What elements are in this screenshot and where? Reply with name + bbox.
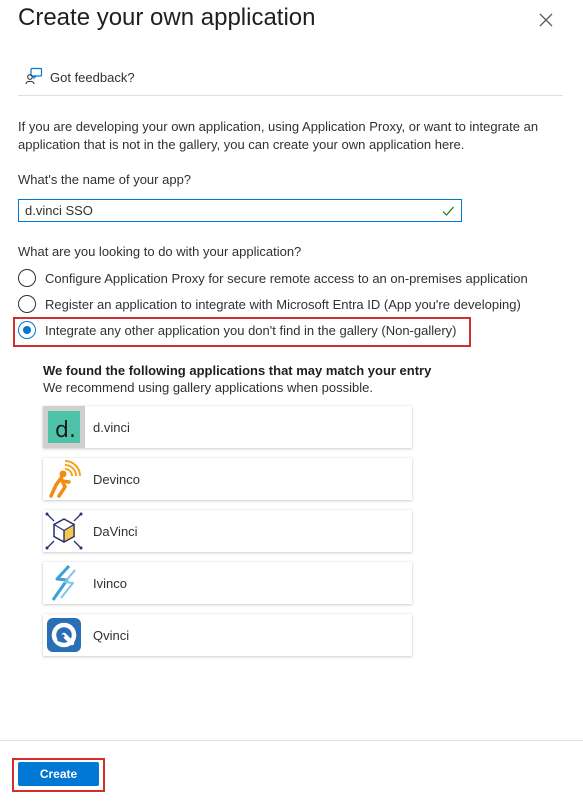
- matches-heading: We found the following applications that…: [43, 363, 432, 378]
- radio-label: Register an application to integrate wit…: [45, 296, 521, 312]
- radio-button[interactable]: [18, 295, 36, 313]
- matches-subheading: We recommend using gallery applications …: [43, 380, 373, 395]
- feedback-icon[interactable]: [25, 67, 43, 85]
- app-card-dvinci[interactable]: d. d.vinci: [43, 406, 412, 448]
- app-name: Qvinci: [93, 627, 130, 643]
- app-name-label: What's the name of your app?: [18, 172, 192, 187]
- radio-option-non-gallery[interactable]: Integrate any other application you don'…: [18, 321, 457, 339]
- radio-label: Integrate any other application you don'…: [45, 322, 457, 338]
- create-button[interactable]: Create: [18, 762, 99, 786]
- ivinco-logo: [43, 562, 85, 604]
- app-card-davinci[interactable]: DaVinci: [43, 510, 412, 552]
- davinci-logo: [43, 510, 85, 552]
- purpose-label: What are you looking to do with your app…: [18, 244, 302, 259]
- app-name: Ivinco: [93, 575, 127, 591]
- app-card-devinco[interactable]: Devinco: [43, 458, 412, 500]
- app-name: Devinco: [93, 471, 140, 487]
- radio-label: Configure Application Proxy for secure r…: [45, 270, 528, 286]
- feedback-link[interactable]: Got feedback?: [50, 70, 135, 85]
- close-icon: [539, 13, 553, 27]
- feedback-bar: Got feedback?: [18, 62, 563, 96]
- radio-button-selected[interactable]: [18, 321, 36, 339]
- svg-text:d.: d.: [55, 418, 76, 443]
- dvinci-logo: d.: [43, 406, 85, 448]
- intro-text: If you are developing your own applicati…: [18, 119, 539, 152]
- app-name-input[interactable]: [25, 203, 441, 218]
- radio-option-register-app[interactable]: Register an application to integrate wit…: [18, 295, 521, 313]
- radio-button[interactable]: [18, 269, 36, 287]
- devinco-logo: [43, 458, 85, 500]
- radio-dot: [23, 326, 31, 334]
- app-name-field[interactable]: [18, 199, 462, 222]
- page-title: Create your own application: [18, 4, 316, 31]
- footer-divider: [0, 740, 583, 741]
- app-name: DaVinci: [93, 523, 138, 539]
- radio-option-app-proxy[interactable]: Configure Application Proxy for secure r…: [18, 269, 528, 287]
- qvinci-logo: [43, 614, 85, 656]
- close-button[interactable]: [536, 10, 556, 30]
- app-card-ivinco[interactable]: Ivinco: [43, 562, 412, 604]
- app-name: d.vinci: [93, 419, 130, 435]
- app-card-qvinci[interactable]: Qvinci: [43, 614, 412, 656]
- checkmark-icon: [442, 206, 454, 216]
